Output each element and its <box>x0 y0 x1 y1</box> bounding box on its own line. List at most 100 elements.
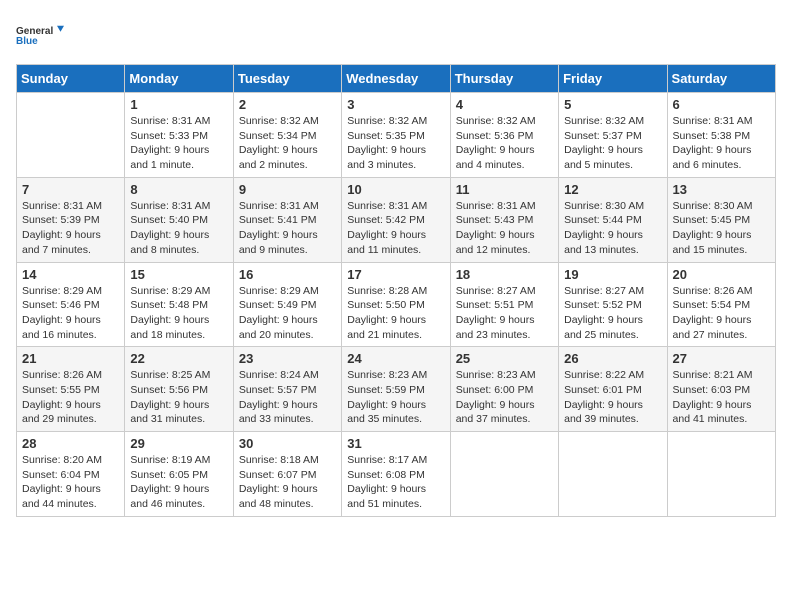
day-info: Sunrise: 8:30 AMSunset: 5:44 PMDaylight:… <box>564 199 661 258</box>
day-cell: 3 Sunrise: 8:32 AMSunset: 5:35 PMDaylight… <box>342 93 450 178</box>
calendar-table: SundayMondayTuesdayWednesdayThursdayFrid… <box>16 64 776 517</box>
day-info: Sunrise: 8:31 AMSunset: 5:39 PMDaylight:… <box>22 199 119 258</box>
day-info: Sunrise: 8:29 AMSunset: 5:48 PMDaylight:… <box>130 284 227 343</box>
day-number: 5 <box>564 97 661 112</box>
weekday-header-saturday: Saturday <box>667 65 775 93</box>
day-cell <box>17 93 125 178</box>
day-info: Sunrise: 8:31 AMSunset: 5:40 PMDaylight:… <box>130 199 227 258</box>
day-info: Sunrise: 8:32 AMSunset: 5:34 PMDaylight:… <box>239 114 336 173</box>
day-number: 25 <box>456 351 553 366</box>
day-number: 3 <box>347 97 444 112</box>
day-number: 26 <box>564 351 661 366</box>
day-info: Sunrise: 8:32 AMSunset: 5:35 PMDaylight:… <box>347 114 444 173</box>
day-info: Sunrise: 8:25 AMSunset: 5:56 PMDaylight:… <box>130 368 227 427</box>
day-info: Sunrise: 8:31 AMSunset: 5:41 PMDaylight:… <box>239 199 336 258</box>
day-info: Sunrise: 8:30 AMSunset: 5:45 PMDaylight:… <box>673 199 770 258</box>
day-number: 11 <box>456 182 553 197</box>
day-cell <box>450 432 558 517</box>
day-cell: 1 Sunrise: 8:31 AMSunset: 5:33 PMDaylight… <box>125 93 233 178</box>
day-cell: 26Sunrise: 8:22 AMSunset: 6:01 PMDayligh… <box>559 347 667 432</box>
day-cell: 10 Sunrise: 8:31 AMSunset: 5:42 PMDayligh… <box>342 177 450 262</box>
day-number: 14 <box>22 267 119 282</box>
weekday-header-friday: Friday <box>559 65 667 93</box>
day-number: 16 <box>239 267 336 282</box>
weekday-header-thursday: Thursday <box>450 65 558 93</box>
day-number: 29 <box>130 436 227 451</box>
day-cell <box>559 432 667 517</box>
day-info: Sunrise: 8:23 AMSunset: 6:00 PMDaylight:… <box>456 368 553 427</box>
day-number: 18 <box>456 267 553 282</box>
week-row-3: 21 Sunrise: 8:26 AMSunset: 5:55 PMDayligh… <box>17 347 776 432</box>
day-cell: 7 Sunrise: 8:31 AMSunset: 5:39 PMDaylight… <box>17 177 125 262</box>
day-info: Sunrise: 8:27 AMSunset: 5:51 PMDaylight:… <box>456 284 553 343</box>
day-info: Sunrise: 8:28 AMSunset: 5:50 PMDaylight:… <box>347 284 444 343</box>
weekday-header-sunday: Sunday <box>17 65 125 93</box>
day-cell: 24Sunrise: 8:23 AMSunset: 5:59 PMDayligh… <box>342 347 450 432</box>
day-cell: 15 Sunrise: 8:29 AMSunset: 5:48 PMDayligh… <box>125 262 233 347</box>
day-cell: 21 Sunrise: 8:26 AMSunset: 5:55 PMDayligh… <box>17 347 125 432</box>
day-number: 28 <box>22 436 119 451</box>
day-cell: 6 Sunrise: 8:31 AMSunset: 5:38 PMDaylight… <box>667 93 775 178</box>
day-number: 7 <box>22 182 119 197</box>
day-number: 4 <box>456 97 553 112</box>
day-cell: 16 Sunrise: 8:29 AMSunset: 5:49 PMDayligh… <box>233 262 341 347</box>
day-info: Sunrise: 8:24 AMSunset: 5:57 PMDaylight:… <box>239 368 336 427</box>
logo: General Blue <box>16 16 66 56</box>
day-info: Sunrise: 8:18 AMSunset: 6:07 PMDaylight:… <box>239 453 336 512</box>
day-cell: 9 Sunrise: 8:31 AMSunset: 5:41 PMDaylight… <box>233 177 341 262</box>
day-cell: 23 Sunrise: 8:24 AMSunset: 5:57 PMDayligh… <box>233 347 341 432</box>
day-cell: 8 Sunrise: 8:31 AMSunset: 5:40 PMDaylight… <box>125 177 233 262</box>
week-row-0: 1 Sunrise: 8:31 AMSunset: 5:33 PMDaylight… <box>17 93 776 178</box>
day-number: 12 <box>564 182 661 197</box>
day-info: Sunrise: 8:31 AMSunset: 5:43 PMDaylight:… <box>456 199 553 258</box>
day-number: 19 <box>564 267 661 282</box>
day-cell: 11 Sunrise: 8:31 AMSunset: 5:43 PMDayligh… <box>450 177 558 262</box>
day-info: Sunrise: 8:21 AMSunset: 6:03 PMDaylight:… <box>673 368 770 427</box>
day-cell: 31 Sunrise: 8:17 AMSunset: 6:08 PMDayligh… <box>342 432 450 517</box>
day-number: 13 <box>673 182 770 197</box>
day-number: 8 <box>130 182 227 197</box>
day-info: Sunrise: 8:23 AMSunset: 5:59 PMDaylight:… <box>347 368 444 427</box>
day-cell: 27Sunrise: 8:21 AMSunset: 6:03 PMDayligh… <box>667 347 775 432</box>
week-row-2: 14Sunrise: 8:29 AMSunset: 5:46 PMDayligh… <box>17 262 776 347</box>
weekday-header-monday: Monday <box>125 65 233 93</box>
day-number: 23 <box>239 351 336 366</box>
day-cell: 18 Sunrise: 8:27 AMSunset: 5:51 PMDayligh… <box>450 262 558 347</box>
day-number: 10 <box>347 182 444 197</box>
day-info: Sunrise: 8:27 AMSunset: 5:52 PMDaylight:… <box>564 284 661 343</box>
day-info: Sunrise: 8:31 AMSunset: 5:42 PMDaylight:… <box>347 199 444 258</box>
day-cell: 4 Sunrise: 8:32 AMSunset: 5:36 PMDaylight… <box>450 93 558 178</box>
day-info: Sunrise: 8:31 AMSunset: 5:33 PMDaylight:… <box>130 114 227 173</box>
day-number: 1 <box>130 97 227 112</box>
header: General Blue <box>16 16 776 56</box>
day-cell: 19 Sunrise: 8:27 AMSunset: 5:52 PMDayligh… <box>559 262 667 347</box>
day-info: Sunrise: 8:32 AMSunset: 5:36 PMDaylight:… <box>456 114 553 173</box>
day-number: 15 <box>130 267 227 282</box>
day-info: Sunrise: 8:31 AMSunset: 5:38 PMDaylight:… <box>673 114 770 173</box>
day-number: 6 <box>673 97 770 112</box>
day-number: 17 <box>347 267 444 282</box>
day-info: Sunrise: 8:26 AMSunset: 5:55 PMDaylight:… <box>22 368 119 427</box>
day-cell: 13 Sunrise: 8:30 AMSunset: 5:45 PMDayligh… <box>667 177 775 262</box>
week-row-1: 7 Sunrise: 8:31 AMSunset: 5:39 PMDaylight… <box>17 177 776 262</box>
weekday-header-wednesday: Wednesday <box>342 65 450 93</box>
day-info: Sunrise: 8:17 AMSunset: 6:08 PMDaylight:… <box>347 453 444 512</box>
day-number: 22 <box>130 351 227 366</box>
logo-svg: General Blue <box>16 16 66 56</box>
day-cell: 17 Sunrise: 8:28 AMSunset: 5:50 PMDayligh… <box>342 262 450 347</box>
day-number: 21 <box>22 351 119 366</box>
day-info: Sunrise: 8:20 AMSunset: 6:04 PMDaylight:… <box>22 453 119 512</box>
day-number: 20 <box>673 267 770 282</box>
day-cell: 5 Sunrise: 8:32 AMSunset: 5:37 PMDaylight… <box>559 93 667 178</box>
day-info: Sunrise: 8:26 AMSunset: 5:54 PMDaylight:… <box>673 284 770 343</box>
weekday-header-row: SundayMondayTuesdayWednesdayThursdayFrid… <box>17 65 776 93</box>
day-info: Sunrise: 8:29 AMSunset: 5:49 PMDaylight:… <box>239 284 336 343</box>
day-cell: 14Sunrise: 8:29 AMSunset: 5:46 PMDayligh… <box>17 262 125 347</box>
svg-text:Blue: Blue <box>16 36 38 47</box>
day-cell: 29Sunrise: 8:19 AMSunset: 6:05 PMDayligh… <box>125 432 233 517</box>
day-cell: 20 Sunrise: 8:26 AMSunset: 5:54 PMDayligh… <box>667 262 775 347</box>
day-number: 9 <box>239 182 336 197</box>
day-number: 31 <box>347 436 444 451</box>
day-info: Sunrise: 8:32 AMSunset: 5:37 PMDaylight:… <box>564 114 661 173</box>
weekday-header-tuesday: Tuesday <box>233 65 341 93</box>
